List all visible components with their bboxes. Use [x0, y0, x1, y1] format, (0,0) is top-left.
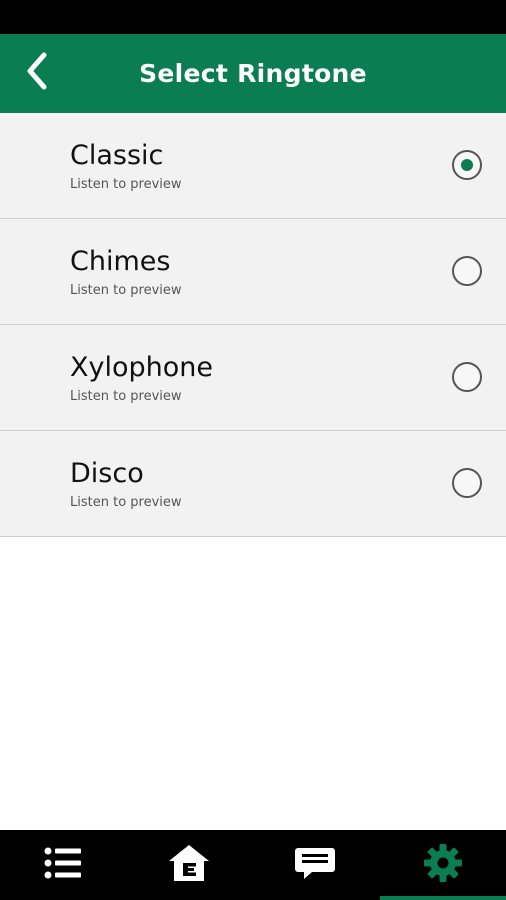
ringtone-preview-link[interactable]: Listen to preview — [70, 389, 182, 405]
ringtone-preview-link[interactable]: Listen to preview — [70, 495, 182, 511]
active-tab-indicator — [380, 896, 506, 900]
radio-disco[interactable] — [452, 468, 482, 498]
nav-settings-button[interactable] — [380, 830, 506, 900]
chat-icon — [294, 845, 336, 885]
radio-selected-dot — [461, 159, 473, 171]
ringtone-name: Disco — [70, 458, 144, 489]
page-title: Select Ringtone — [139, 59, 367, 88]
nav-messages-button[interactable] — [252, 830, 378, 900]
list-icon — [43, 845, 83, 885]
bottom-nav — [0, 830, 506, 900]
chevron-left-icon — [22, 51, 52, 95]
radio-xylophone[interactable] — [452, 362, 482, 392]
ringtone-name: Chimes — [70, 246, 171, 277]
app-bar: Select Ringtone — [0, 34, 506, 113]
gear-icon — [423, 843, 463, 887]
ringtone-preview-link[interactable]: Listen to preview — [70, 283, 182, 299]
ringtone-row-chimes[interactable]: Chimes Listen to preview — [0, 219, 506, 325]
radio-classic[interactable] — [452, 150, 482, 180]
ringtone-row-xylophone[interactable]: Xylophone Listen to preview — [0, 325, 506, 431]
home-icon — [167, 843, 211, 887]
ringtone-row-classic[interactable]: Classic Listen to preview — [0, 113, 506, 219]
nav-list-button[interactable] — [0, 830, 126, 900]
ringtone-row-disco[interactable]: Disco Listen to preview — [0, 431, 506, 537]
ringtone-preview-link[interactable]: Listen to preview — [70, 177, 182, 193]
status-bar — [0, 0, 506, 34]
ringtone-list: Classic Listen to preview Chimes Listen … — [0, 113, 506, 537]
nav-home-button[interactable] — [126, 830, 252, 900]
back-button[interactable] — [14, 50, 60, 96]
radio-chimes[interactable] — [452, 256, 482, 286]
ringtone-name: Xylophone — [70, 352, 213, 383]
ringtone-name: Classic — [70, 140, 164, 171]
